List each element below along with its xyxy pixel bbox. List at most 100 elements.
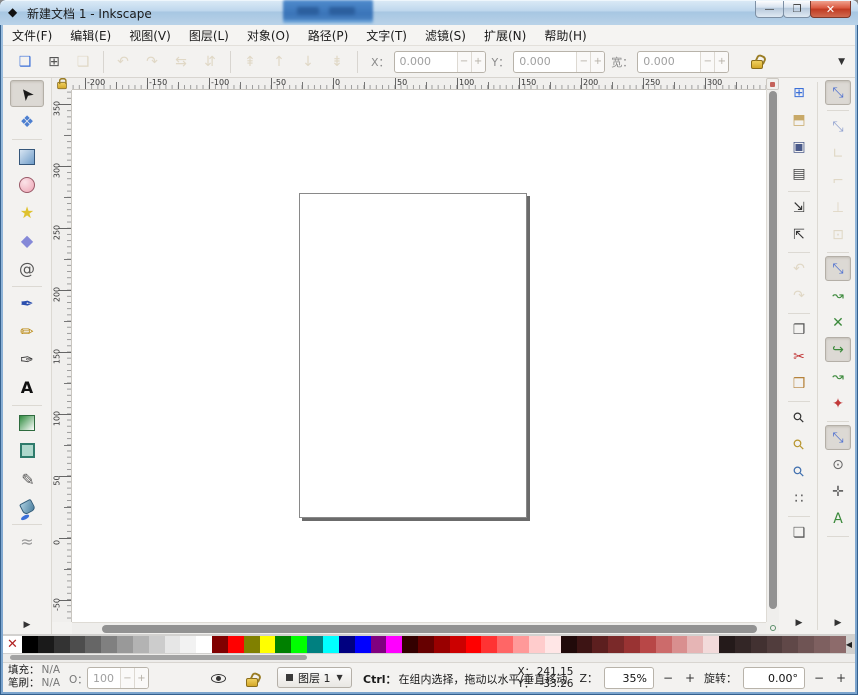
color-swatch[interactable] bbox=[402, 636, 418, 653]
menu-edit[interactable]: 编辑(E) bbox=[61, 25, 120, 46]
layers-button[interactable]: ❏ bbox=[786, 520, 812, 545]
menu-text[interactable]: 文字(T) bbox=[357, 25, 416, 46]
color-swatch[interactable] bbox=[545, 636, 561, 653]
color-swatch[interactable] bbox=[386, 636, 402, 653]
zoom-drawing-button[interactable]: ⚲ bbox=[786, 432, 812, 457]
box3d-tool[interactable]: ◆ bbox=[10, 227, 44, 254]
color-swatch[interactable] bbox=[323, 636, 339, 653]
color-swatch[interactable] bbox=[672, 636, 688, 653]
snap-bbox-button[interactable]: ⤡ bbox=[825, 114, 851, 139]
selector-tool[interactable]: ➤ bbox=[10, 80, 44, 107]
export-button[interactable]: ⇱ bbox=[786, 222, 812, 247]
color-swatch[interactable] bbox=[275, 636, 291, 653]
color-swatch[interactable] bbox=[196, 636, 212, 653]
rectangle-tool[interactable] bbox=[10, 143, 44, 170]
menu-layer[interactable]: 图层(L) bbox=[180, 25, 238, 46]
dropper-tool[interactable]: ✐ bbox=[10, 465, 44, 492]
select-all-button[interactable]: ❑ bbox=[13, 50, 37, 74]
x-spinner[interactable]: 0.000 − + bbox=[394, 51, 486, 73]
snap-object-center-button[interactable]: ⊙ bbox=[825, 452, 851, 477]
calligraphy-tool[interactable]: ✑ bbox=[10, 346, 44, 373]
color-swatch[interactable] bbox=[751, 636, 767, 653]
no-color-swatch[interactable]: ✕ bbox=[3, 636, 22, 653]
snap-midpoints-button[interactable]: ✦ bbox=[825, 391, 851, 416]
width-plus-button[interactable]: + bbox=[714, 52, 728, 72]
snap-cusp-button[interactable]: ↪ bbox=[825, 337, 851, 362]
spiral-tool[interactable]: @ bbox=[10, 255, 44, 282]
color-swatch[interactable] bbox=[117, 636, 133, 653]
palette-scroll-arrow-icon[interactable]: ◀ bbox=[846, 640, 852, 649]
color-swatch[interactable] bbox=[466, 636, 482, 653]
snap-smooth-button[interactable]: ↝ bbox=[825, 364, 851, 389]
gradient-tool[interactable] bbox=[10, 409, 44, 436]
rotation-input[interactable]: 0.00° bbox=[743, 667, 805, 689]
color-swatch[interactable] bbox=[592, 636, 608, 653]
zoom-minus-button[interactable]: − bbox=[660, 668, 676, 688]
connector-tool[interactable] bbox=[10, 437, 44, 464]
cmdbar-overflow-arrow-icon[interactable]: ▶ bbox=[796, 618, 803, 628]
color-swatch[interactable] bbox=[307, 636, 323, 653]
color-swatch[interactable] bbox=[656, 636, 672, 653]
select-all-layers-button[interactable]: ⊞ bbox=[42, 50, 66, 74]
color-swatch[interactable] bbox=[719, 636, 735, 653]
width-spinner[interactable]: 0.000 − + bbox=[637, 51, 729, 73]
guides-lock-icon[interactable] bbox=[57, 82, 67, 89]
color-swatch[interactable] bbox=[149, 636, 165, 653]
pen-tool[interactable]: ✒ bbox=[10, 290, 44, 317]
color-swatch[interactable] bbox=[228, 636, 244, 653]
color-swatch[interactable] bbox=[529, 636, 545, 653]
vertical-scrollbar[interactable] bbox=[766, 90, 779, 622]
color-swatch[interactable] bbox=[640, 636, 656, 653]
star-tool[interactable]: ★ bbox=[10, 199, 44, 226]
snap-path-button[interactable]: ↝ bbox=[825, 283, 851, 308]
color-swatch[interactable] bbox=[782, 636, 798, 653]
y-spinner[interactable]: 0.000 − + bbox=[513, 51, 605, 73]
menu-object[interactable]: 对象(O) bbox=[238, 25, 299, 46]
color-swatch[interactable] bbox=[70, 636, 86, 653]
color-swatch[interactable] bbox=[180, 636, 196, 653]
layer-lock-icon[interactable] bbox=[246, 678, 258, 687]
color-swatch[interactable] bbox=[798, 636, 814, 653]
color-swatch[interactable] bbox=[577, 636, 593, 653]
color-swatch[interactable] bbox=[434, 636, 450, 653]
zoom-plus-button[interactable]: + bbox=[682, 668, 698, 688]
horizontal-scrollbar-thumb[interactable] bbox=[102, 625, 757, 633]
color-swatch[interactable] bbox=[513, 636, 529, 653]
horizontal-ruler[interactable]: -200-150-100-50050100150200250300350 bbox=[72, 78, 766, 90]
menu-path[interactable]: 路径(P) bbox=[299, 25, 358, 46]
color-swatch[interactable] bbox=[608, 636, 624, 653]
maximize-button[interactable]: ❐ bbox=[783, 1, 811, 18]
width-minus-button[interactable]: − bbox=[700, 52, 714, 72]
snap-others-button[interactable]: ⤡ bbox=[825, 425, 851, 450]
ruler-corner[interactable] bbox=[52, 78, 72, 90]
copy-button[interactable]: ❐ bbox=[786, 317, 812, 342]
menu-filters[interactable]: 滤镜(S) bbox=[416, 25, 475, 46]
title-bar[interactable]: ◆ 新建文档 1 - Inkscape — ❐ ✕ bbox=[0, 0, 858, 25]
color-swatch[interactable] bbox=[624, 636, 640, 653]
toolbar-overflow-arrow-icon[interactable]: ▼ bbox=[838, 57, 845, 67]
color-swatch[interactable] bbox=[371, 636, 387, 653]
snap-intersections-button[interactable]: ✕ bbox=[825, 310, 851, 335]
paste-button[interactable]: ❒ bbox=[786, 371, 812, 396]
zoom-input[interactable]: 35% bbox=[604, 667, 654, 689]
opacity-minus-button[interactable]: − bbox=[120, 668, 134, 688]
snap-rotation-center-button[interactable]: ✛ bbox=[825, 479, 851, 504]
zoom-page-button[interactable]: ⚲ bbox=[786, 459, 812, 484]
color-swatch[interactable] bbox=[497, 636, 513, 653]
color-swatch[interactable] bbox=[291, 636, 307, 653]
cut-button[interactable]: ✂ bbox=[786, 344, 812, 369]
y-plus-button[interactable]: + bbox=[590, 52, 604, 72]
lock-ratio-icon[interactable] bbox=[751, 60, 763, 69]
color-swatch[interactable] bbox=[22, 636, 38, 653]
color-swatch[interactable] bbox=[133, 636, 149, 653]
snap-text-baseline-button[interactable]: A bbox=[825, 506, 851, 531]
tweak-tool[interactable]: ≈ bbox=[10, 528, 44, 555]
save-button[interactable]: ▣ bbox=[786, 134, 812, 159]
canvas[interactable] bbox=[72, 90, 766, 622]
quick-zoom-button[interactable] bbox=[766, 622, 779, 634]
layer-selector[interactable]: 图层 1 ▼ bbox=[277, 667, 352, 688]
color-swatch[interactable] bbox=[814, 636, 830, 653]
palette-scrollbar-thumb[interactable] bbox=[10, 655, 307, 660]
minimize-button[interactable]: — bbox=[755, 1, 784, 18]
color-swatch[interactable] bbox=[260, 636, 276, 653]
